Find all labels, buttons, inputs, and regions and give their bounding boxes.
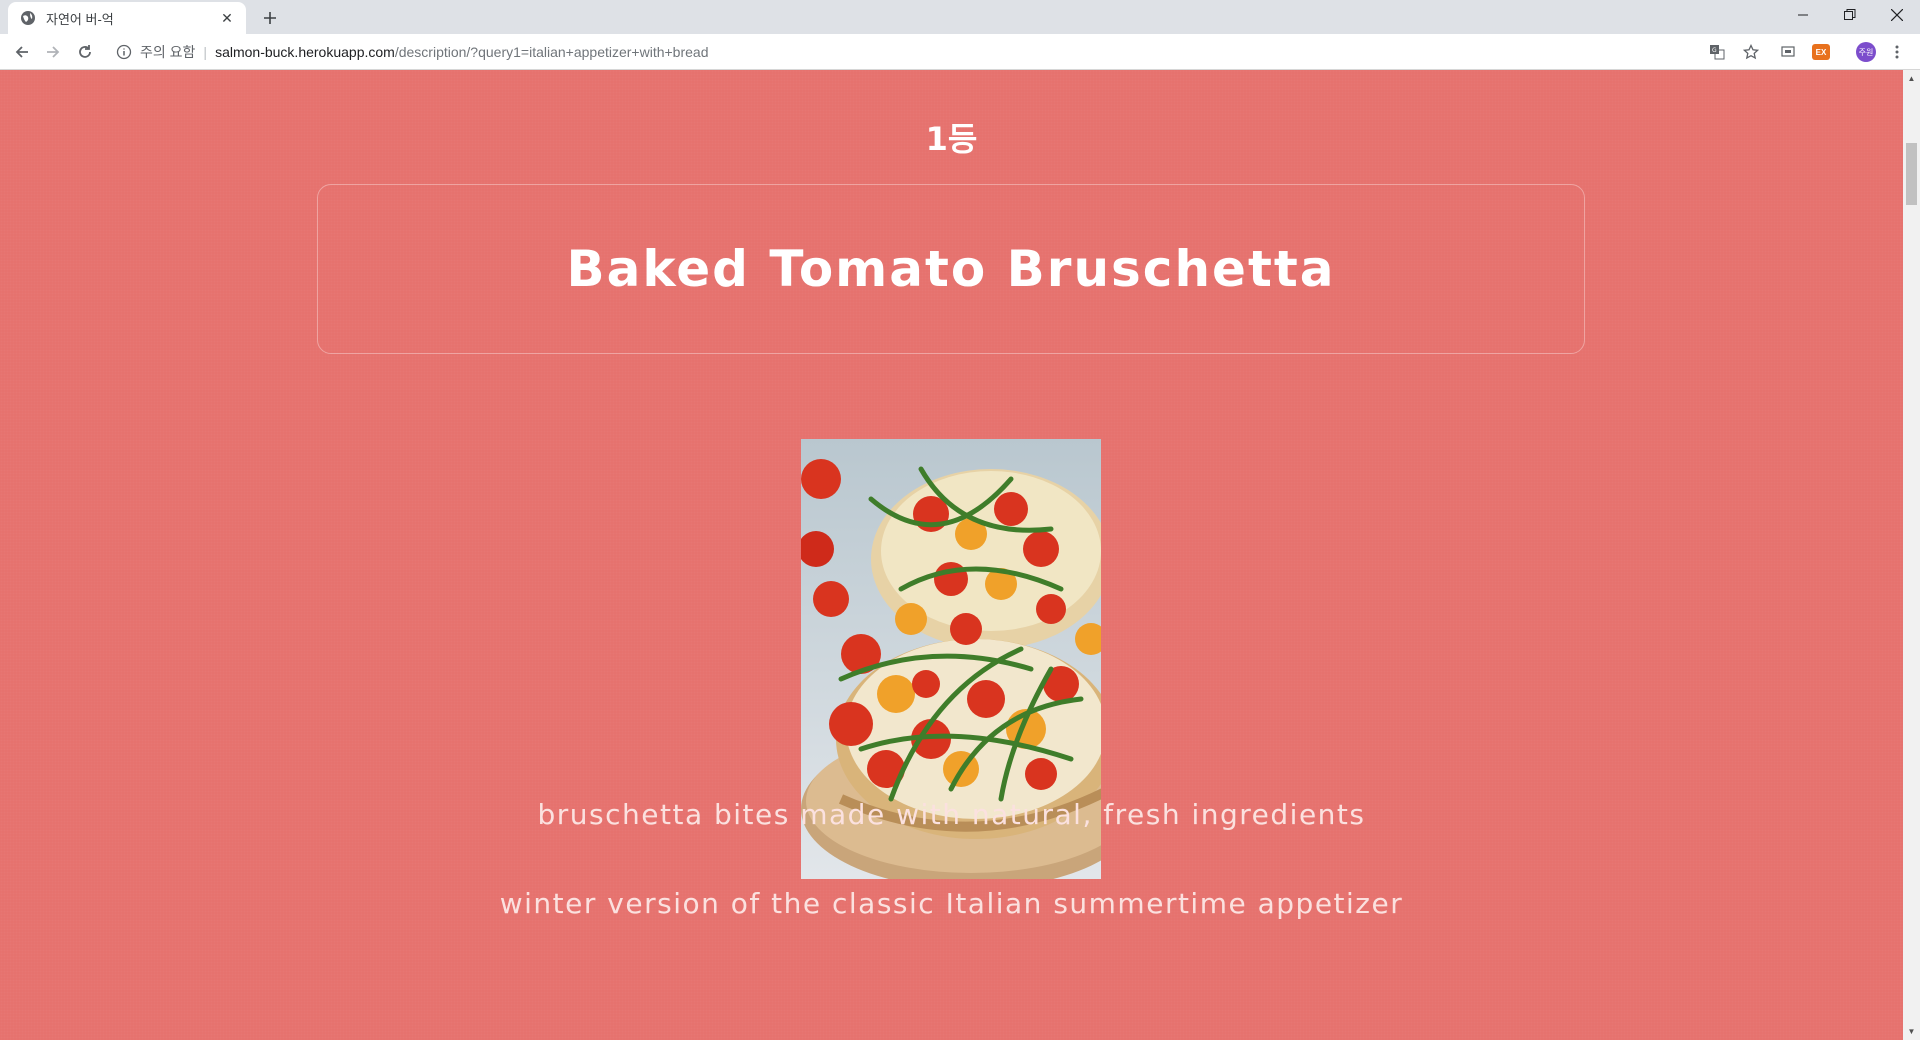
security-label[interactable]: 주의 요함 bbox=[140, 42, 195, 62]
forward-button[interactable] bbox=[41, 40, 65, 64]
url-host: salmon-buck.herokuapp.com bbox=[215, 44, 395, 60]
browser-tab[interactable]: 자연어 버-억 ✕ bbox=[8, 2, 246, 34]
plus-icon bbox=[264, 12, 276, 24]
tab-strip: 자연어 버-억 ✕ bbox=[0, 0, 1920, 34]
vertical-scrollbar[interactable]: ▲ ▼ bbox=[1903, 70, 1920, 1040]
cast-extension-button[interactable] bbox=[1777, 41, 1799, 63]
arrow-left-icon bbox=[15, 46, 28, 58]
bookmark-button[interactable] bbox=[1738, 39, 1764, 65]
address-bar[interactable]: 주의 요함 | salmon-buck.herokuapp.com /descr… bbox=[108, 39, 1764, 65]
page-viewport: 1등 Baked Tomato Bruschetta bruschetta bi… bbox=[0, 70, 1903, 1040]
close-tab-icon[interactable]: ✕ bbox=[218, 9, 236, 27]
restore-icon bbox=[1844, 9, 1856, 20]
url-path: /description/?query1=italian+appetizer+w… bbox=[394, 44, 709, 60]
more-vertical-icon bbox=[1895, 45, 1899, 59]
browser-toolbar: 주의 요함 | salmon-buck.herokuapp.com /descr… bbox=[0, 34, 1920, 70]
address-divider: | bbox=[203, 44, 208, 60]
profile-button[interactable]: 주원 bbox=[1855, 41, 1877, 63]
close-icon bbox=[1891, 9, 1903, 21]
translate-icon: G bbox=[1710, 45, 1725, 60]
translate-button[interactable]: G bbox=[1704, 39, 1730, 65]
reload-button[interactable] bbox=[73, 40, 97, 64]
info-icon[interactable] bbox=[116, 44, 132, 60]
recipe-title: Baked Tomato Bruschetta bbox=[566, 240, 1336, 298]
star-icon bbox=[1743, 44, 1759, 60]
rank-label: 1등 bbox=[925, 120, 978, 158]
address-bar-actions: G bbox=[1696, 39, 1764, 65]
tab-title: 자연어 버-억 bbox=[46, 11, 114, 27]
close-window-button[interactable] bbox=[1874, 0, 1920, 30]
globe-icon bbox=[21, 11, 35, 25]
scroll-down-icon[interactable]: ▼ bbox=[1903, 1023, 1920, 1040]
description-line: bruschetta bites made with natural, fres… bbox=[537, 798, 1366, 831]
back-button[interactable] bbox=[10, 40, 34, 64]
new-tab-button[interactable] bbox=[258, 6, 282, 30]
arrow-right-icon bbox=[47, 46, 60, 58]
avatar: 주원 bbox=[1856, 42, 1876, 62]
reload-icon bbox=[79, 45, 91, 58]
minimize-button[interactable] bbox=[1780, 0, 1826, 30]
menu-button[interactable] bbox=[1886, 41, 1908, 63]
recipe-title-card: Baked Tomato Bruschetta bbox=[317, 184, 1585, 354]
svg-text:G: G bbox=[1712, 47, 1717, 54]
minimize-icon bbox=[1798, 14, 1808, 16]
extension-button[interactable]: EX bbox=[1810, 41, 1832, 63]
restore-button[interactable] bbox=[1827, 0, 1873, 30]
description-line: winter version of the classic Italian su… bbox=[499, 887, 1404, 920]
extension-badge: EX bbox=[1812, 44, 1830, 60]
scroll-up-icon[interactable]: ▲ bbox=[1903, 70, 1920, 87]
scrollbar-thumb[interactable] bbox=[1906, 143, 1917, 205]
cast-icon bbox=[1781, 46, 1795, 57]
